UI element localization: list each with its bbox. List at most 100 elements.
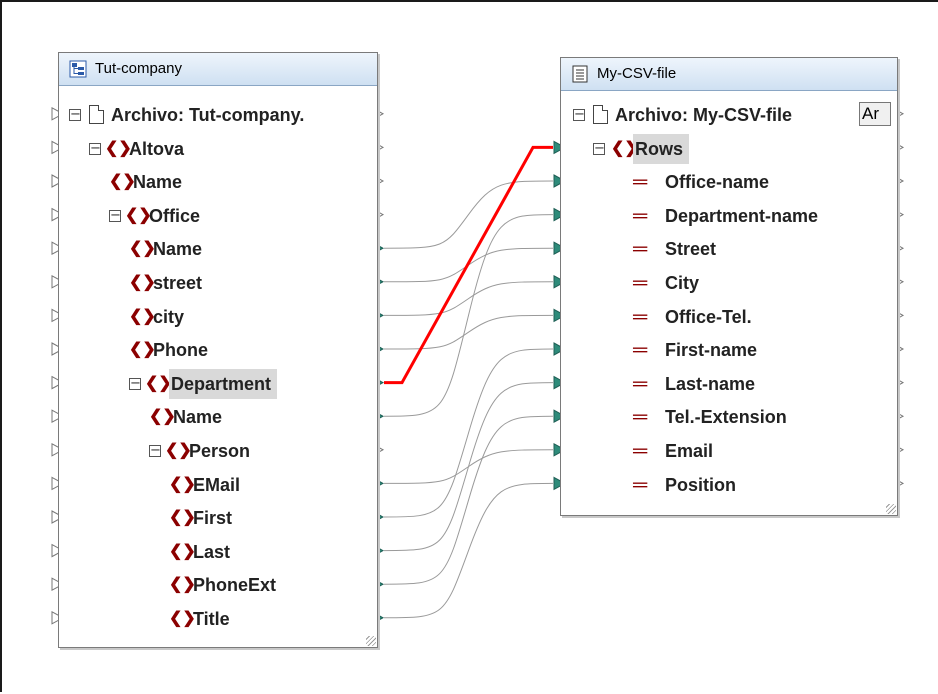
field-department-name[interactable]: ═ Department-name [561,199,897,233]
tree-node-first[interactable]: ❮❯ First [59,501,377,535]
tree-node-last[interactable]: ❮❯ Last [59,535,377,569]
source-component-tut-company[interactable]: Tut-company − Archivo: Tut-company. − ❮❯ Alt… [58,52,378,648]
field-street[interactable]: ═ Street [561,232,897,266]
tree-node-name[interactable]: ❮❯ Name [59,400,377,434]
element-icon: ❮❯ [149,408,176,426]
element-icon: ❮❯ [125,206,152,224]
attribute-icon: ═ [633,339,648,362]
field-office-name[interactable]: ═ Office-name [561,165,897,199]
wire-phoneext-to-tel-extension[interactable] [383,415,554,585]
field-label: Street [665,239,717,260]
collapse-toggle[interactable]: − [573,108,585,121]
element-label: city [153,306,185,327]
field-label: City [665,273,700,293]
element-label: street [153,273,203,293]
field-email[interactable]: ═ Email [561,434,897,468]
target-component-header[interactable]: My-CSV-file [561,58,897,91]
target-file-label: Archivo: My-CSV-file [615,105,793,125]
wire-email-to-email[interactable] [383,449,554,484]
element-label: PhoneExt [193,575,277,596]
field-label: Last-name [665,373,756,394]
element-label: Name [153,239,203,260]
resize-grip[interactable] [886,504,896,514]
element-icon: ❮❯ [169,610,196,627]
element-icon: ❮❯ [169,576,196,594]
wire-city-to-city[interactable] [383,281,554,316]
field-first-name[interactable]: ═ First-name [561,333,897,367]
source-component-title: Tut-company [95,60,182,77]
attribute-icon: ═ [633,238,648,261]
field-label: Office-name [665,172,770,193]
tree-node-title[interactable]: ❮❯ Title [59,602,377,636]
tree-node-street[interactable]: ❮❯ street [59,266,377,300]
tree-node-department[interactable]: − ❮❯ Department [59,367,377,401]
element-icon: ❮❯ [129,307,156,325]
element-icon: ❮❯ [165,442,192,459]
attribute-icon: ═ [633,171,648,194]
element-label: First [193,508,233,529]
attribute-icon: ═ [633,440,648,462]
field-label: First-name [665,340,758,361]
element-icon: ❮❯ [129,240,156,258]
element-icon: ❮❯ [145,374,172,392]
attribute-icon: ═ [633,272,648,294]
tree-node-rows[interactable]: − ❮❯ Rows [561,132,897,166]
tree-node-name[interactable]: ❮❯ Name [59,232,377,266]
element-label: Person [189,441,251,461]
field-label: Email [665,441,714,461]
wire-department-to-rows[interactable] [384,145,553,385]
tree-node-phoneext[interactable]: ❮❯ PhoneExt [59,568,377,602]
field-tel-extension[interactable]: ═ Tel.-Extension [561,400,897,434]
wire-first-to-first-name[interactable] [383,348,554,518]
element-label: Department [169,368,278,399]
field-label: Department-name [665,205,819,226]
collapse-toggle[interactable]: − [593,142,605,155]
field-city[interactable]: ═ City [561,266,897,300]
element-icon: ❮❯ [109,173,136,191]
mapping-canvas[interactable]: Tut-company − Archivo: Tut-company. − ❮❯ Alt… [0,0,938,692]
source-component-header[interactable]: Tut-company [59,53,377,86]
field-position[interactable]: ═ Position [561,468,897,502]
element-label: Name [173,407,223,428]
field-label: Office-Tel. [665,306,752,327]
wire-office-name-to-office-name[interactable] [383,180,554,249]
field-last-name[interactable]: ═ Last-name [561,367,897,401]
collapse-toggle[interactable]: − [89,142,101,155]
tree-node-office[interactable]: − ❮❯ Office [59,199,377,233]
collapse-toggle[interactable]: − [69,108,81,121]
target-file-row[interactable]: − Archivo: My-CSV-file Ar [561,98,897,132]
field-label: Tel.-Extension [665,407,787,428]
element-icon: ❮❯ [169,542,196,560]
source-file-label: Archivo: Tut-company. [111,105,305,125]
field-office-tel[interactable]: ═ Office-Tel. [561,300,897,334]
collapse-toggle[interactable]: − [149,444,161,457]
element-label: Phone [153,340,209,361]
schema-icon [69,60,87,78]
mapping-wires [383,145,554,619]
attribute-icon: ═ [633,406,648,429]
element-label: Last [193,541,231,562]
tree-node-email[interactable]: ❮❯ EMail [59,468,377,502]
tree-node-name[interactable]: ❮❯ Name [59,165,377,199]
file-options-button[interactable]: Ar [859,102,891,126]
element-label: Title [193,609,230,629]
file-icon [593,105,608,124]
wire-phone-to-office-tel[interactable] [383,314,554,350]
attribute-icon: ═ [633,372,648,395]
source-file-row[interactable]: − Archivo: Tut-company. [59,98,377,132]
element-label: Name [133,172,183,193]
tree-node-person[interactable]: − ❮❯ Person [59,434,377,468]
element-icon: ❮❯ [129,274,156,291]
element-label: Office [149,205,201,226]
field-label: Position [665,474,736,495]
attribute-icon: ═ [633,305,648,328]
collapse-toggle[interactable]: − [109,209,121,222]
tree-node-altova[interactable]: − ❮❯ Altova [59,132,377,166]
target-component-my-csv-file[interactable]: My-CSV-file − Archivo: My-CSV-file Ar − ❮❯ Ro… [560,57,898,516]
tree-node-phone[interactable]: ❮❯ Phone [59,333,377,367]
resize-grip[interactable] [366,636,376,646]
collapse-toggle[interactable]: − [129,377,141,390]
attribute-icon: ═ [633,204,648,227]
csv-file-icon [572,65,588,83]
tree-node-city[interactable]: ❮❯ city [59,300,377,334]
